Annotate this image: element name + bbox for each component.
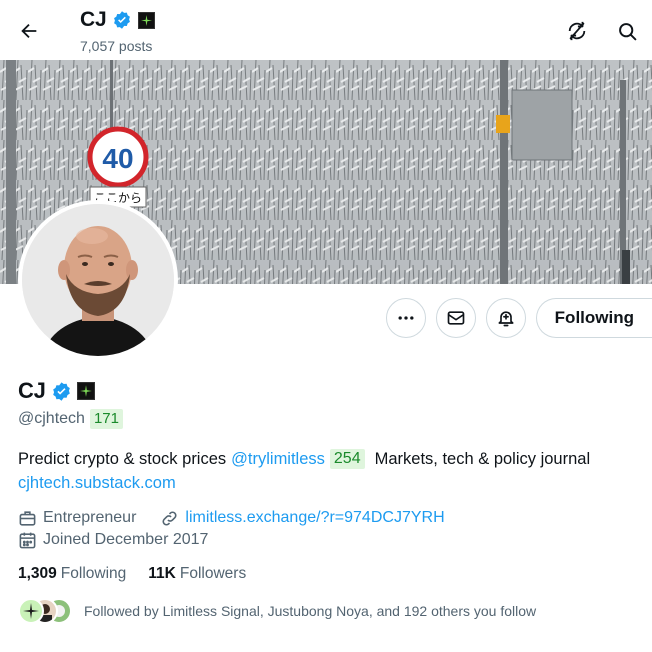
message-icon [447, 311, 465, 325]
followers-stat[interactable]: 11K Followers [148, 565, 246, 583]
website-link[interactable]: limitless.exchange/?r=974DCJ7YRH [185, 507, 444, 529]
followed-by-avatars [18, 598, 72, 624]
top-actions [560, 14, 644, 48]
briefcase-icon [19, 510, 36, 526]
following-count: 1,309 [18, 565, 57, 582]
search-button[interactable] [610, 14, 644, 48]
profession: Entrepreneur [43, 509, 137, 526]
bio-mention-link[interactable]: @trylimitless [231, 447, 325, 471]
refresh-icon [568, 21, 586, 41]
link-icon [162, 510, 177, 526]
joined-date: Joined December 2017 [43, 531, 209, 548]
profile-handle: @cjhtech [18, 410, 85, 427]
handle-count-badge: 171 [89, 409, 123, 429]
followed-by-row[interactable]: Followed by Limitless Signal, Justubong … [18, 598, 536, 624]
follow-stats: 1,309 Following 11K Followers [18, 565, 246, 583]
sign-number: 40 [102, 143, 133, 174]
profile-name: CJ [18, 378, 46, 403]
more-icon [398, 316, 414, 320]
calendar-icon [19, 532, 36, 548]
following-stat[interactable]: 1,309 Following [18, 565, 126, 583]
verified-badge-icon [114, 11, 131, 29]
mini-avatar [18, 598, 44, 624]
more-button[interactable] [385, 298, 426, 338]
verified-badge-icon[interactable] [51, 381, 72, 402]
affiliate-badge-icon[interactable] [76, 382, 95, 400]
following-button[interactable]: Following [535, 298, 652, 338]
header-name: CJ [80, 8, 107, 31]
bio-url-link[interactable]: cjhtech.substack.com [18, 474, 176, 492]
search-icon [618, 22, 636, 40]
refresh-button[interactable] [560, 14, 594, 48]
profile-bio: Predict crypto & stock prices @trylimitl… [18, 447, 638, 495]
message-button[interactable] [435, 298, 476, 338]
top-bar: CJ 7,057 posts [0, 0, 652, 60]
avatar-image [22, 204, 174, 356]
profile-handle-row: @cjhtech 171 [18, 409, 123, 429]
header-name-row: CJ [80, 8, 156, 32]
affiliate-badge-icon [138, 11, 156, 29]
profile-actions: Following [385, 298, 652, 338]
followers-label: Followers [179, 565, 247, 582]
profile-avatar[interactable] [18, 200, 178, 360]
profile-name-row: CJ [18, 378, 95, 404]
back-button[interactable] [12, 14, 46, 48]
bio-count-badge: 254 [329, 449, 365, 469]
followers-count: 11K [148, 565, 176, 582]
notify-button[interactable] [485, 298, 526, 338]
following-label: Following [60, 565, 127, 582]
bio-text-1: Predict crypto & stock prices [18, 450, 227, 468]
followed-by-text: Followed by Limitless Signal, Justubong … [84, 603, 537, 619]
notification-bell-icon [498, 311, 514, 327]
posts-count: 7,057 posts [80, 38, 153, 54]
profile-meta: Entrepreneur limitless.exchange/?r=974DC… [18, 507, 445, 551]
bio-text-2: Markets, tech & policy journal [374, 450, 591, 468]
back-arrow-icon [21, 23, 37, 39]
